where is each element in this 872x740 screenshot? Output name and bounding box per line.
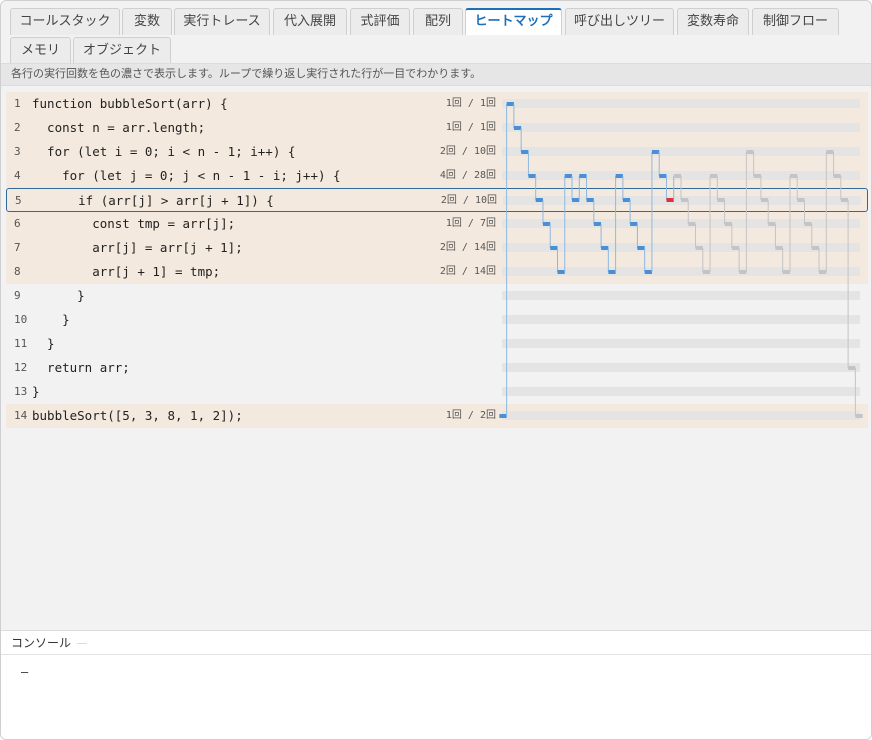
heatmap-code-panel: 1 function bubbleSort(arr) {1回 / 1回 2 cons…	[1, 87, 871, 630]
line-number: 13	[14, 385, 28, 398]
exec-count: 1回 / 1回	[445, 98, 496, 109]
code-line: 4 for (let j = 0; j < n - 1 - i; j++) { 4…	[6, 164, 868, 188]
exec-count: 2回 / 14回	[439, 242, 496, 253]
tab-7[interactable]: 呼び出しツリー	[565, 8, 674, 35]
timeline-track	[502, 123, 860, 132]
timeline-track	[502, 171, 860, 180]
code-text: arr[j + 1] = tmp;	[32, 264, 221, 279]
line-number: 8	[14, 265, 21, 278]
exec-count: 2回 / 10回	[440, 195, 497, 206]
timeline-track	[502, 315, 860, 324]
code-text: function bubbleSort(arr) {	[32, 96, 228, 111]
code-text: }	[32, 312, 70, 327]
line-number: 11	[14, 337, 28, 350]
timeline-track	[502, 243, 860, 252]
code-line: 10 }	[6, 308, 868, 332]
code-text: }	[32, 288, 85, 303]
code-line: 3 for (let i = 0; i < n - 1; i++) { 2回 / …	[6, 140, 868, 164]
code-text: for (let i = 0; i < n - 1; i++) {	[32, 144, 296, 159]
code-text: }	[32, 336, 55, 351]
code-line: 11 }	[6, 332, 868, 356]
exec-count: 2回 / 10回	[439, 146, 496, 157]
code-line: 12 return arr;	[6, 356, 868, 380]
tab-bar: コールスタック 変数 実行トレース 代入展開 式評価 配列 ヒートマップ 呼び出しツリー 変数寿…	[1, 1, 871, 64]
exec-count: 4回 / 28回	[439, 170, 496, 181]
line-number: 7	[14, 241, 21, 254]
timeline-track	[502, 267, 860, 276]
line-number: 2	[14, 121, 21, 134]
line-number: 3	[14, 145, 21, 158]
exec-count: 1回 / 2回	[445, 410, 496, 421]
line-number: 4	[14, 169, 21, 182]
line-number: 12	[14, 361, 28, 374]
timeline-track	[502, 363, 860, 372]
code-text: arr[j] = arr[j + 1];	[32, 240, 243, 255]
timeline-track	[502, 339, 860, 348]
console-panel: コンソール —	[1, 630, 871, 739]
tab-2[interactable]: 実行トレース	[174, 8, 270, 35]
line-number: 9	[14, 289, 21, 302]
timeline-track	[502, 219, 860, 228]
line-number: 6	[14, 217, 21, 230]
code-line: 1 function bubbleSort(arr) { 1回 / 1回	[6, 92, 868, 116]
console-title-rule	[77, 643, 88, 644]
tab-9[interactable]: 制御フロー	[752, 8, 839, 35]
code-text: bubbleSort([5, 3, 8, 1, 2]);	[32, 408, 243, 423]
code-text: for (let j = 0; j < n - 1 - i; j++) {	[32, 168, 341, 183]
code-text: }	[32, 384, 40, 399]
code-text: const n = arr.length;	[32, 120, 206, 135]
line-number: 1	[14, 97, 21, 110]
code-line: 7 arr[j] = arr[j + 1]; 2回 / 14回	[6, 236, 868, 260]
debugger-app: コールスタック 変数 実行トレース 代入展開 式評価 配列 ヒートマップ 呼び出しツリー 変数寿…	[0, 0, 872, 740]
line-number: 10	[14, 313, 28, 326]
tab-6[interactable]: ヒートマップ	[465, 8, 562, 35]
timeline-track	[502, 147, 860, 156]
tab-0[interactable]: コールスタック	[10, 8, 120, 35]
code-line: 14 bubbleSort([5, 3, 8, 1, 2]); 1回 / 2回	[6, 404, 868, 428]
console-header: コンソール	[1, 631, 871, 655]
code-text: if (arr[j] > arr[j + 1]) {	[33, 193, 274, 208]
tab-3[interactable]: 代入展開	[273, 8, 347, 35]
heatmap-description: 各行の実行回数を色の濃さで表示します。ループで繰り返し実行された行が一目でわかり…	[1, 63, 871, 86]
line-number: 5	[15, 194, 22, 207]
tab-10[interactable]: メモリ	[10, 37, 71, 64]
line-number: 14	[14, 409, 28, 422]
tab-4[interactable]: 式評価	[350, 8, 410, 35]
timeline-track	[502, 411, 860, 420]
tab-5[interactable]: 配列	[413, 8, 463, 35]
timeline-track	[502, 291, 860, 300]
console-output: —	[21, 665, 29, 679]
code-line: 8 arr[j + 1] = tmp; 2回 / 14回	[6, 260, 868, 284]
timeline-track	[503, 196, 861, 205]
tab-1[interactable]: 変数	[122, 8, 172, 35]
code-line: 2 const n = arr.length; 1回 / 1回	[6, 116, 868, 140]
code-line: 13}	[6, 380, 868, 404]
timeline-track	[502, 387, 860, 396]
exec-count: 2回 / 14回	[439, 266, 496, 277]
timeline-track	[502, 99, 860, 108]
tab-11[interactable]: オブジェクト	[73, 37, 171, 64]
code-text: const tmp = arr[j];	[32, 216, 236, 231]
exec-count: 1回 / 7回	[445, 218, 496, 229]
code-text: return arr;	[32, 360, 130, 375]
code-line: 5 if (arr[j] > arr[j + 1]) { 2回 / 10回	[6, 188, 868, 212]
code-line: 6 const tmp = arr[j]; 1回 / 7回	[6, 212, 868, 236]
tab-8[interactable]: 変数寿命	[677, 8, 749, 35]
code-line: 9 }	[6, 284, 868, 308]
exec-count: 1回 / 1回	[445, 122, 496, 133]
console-title: コンソール	[11, 636, 72, 650]
